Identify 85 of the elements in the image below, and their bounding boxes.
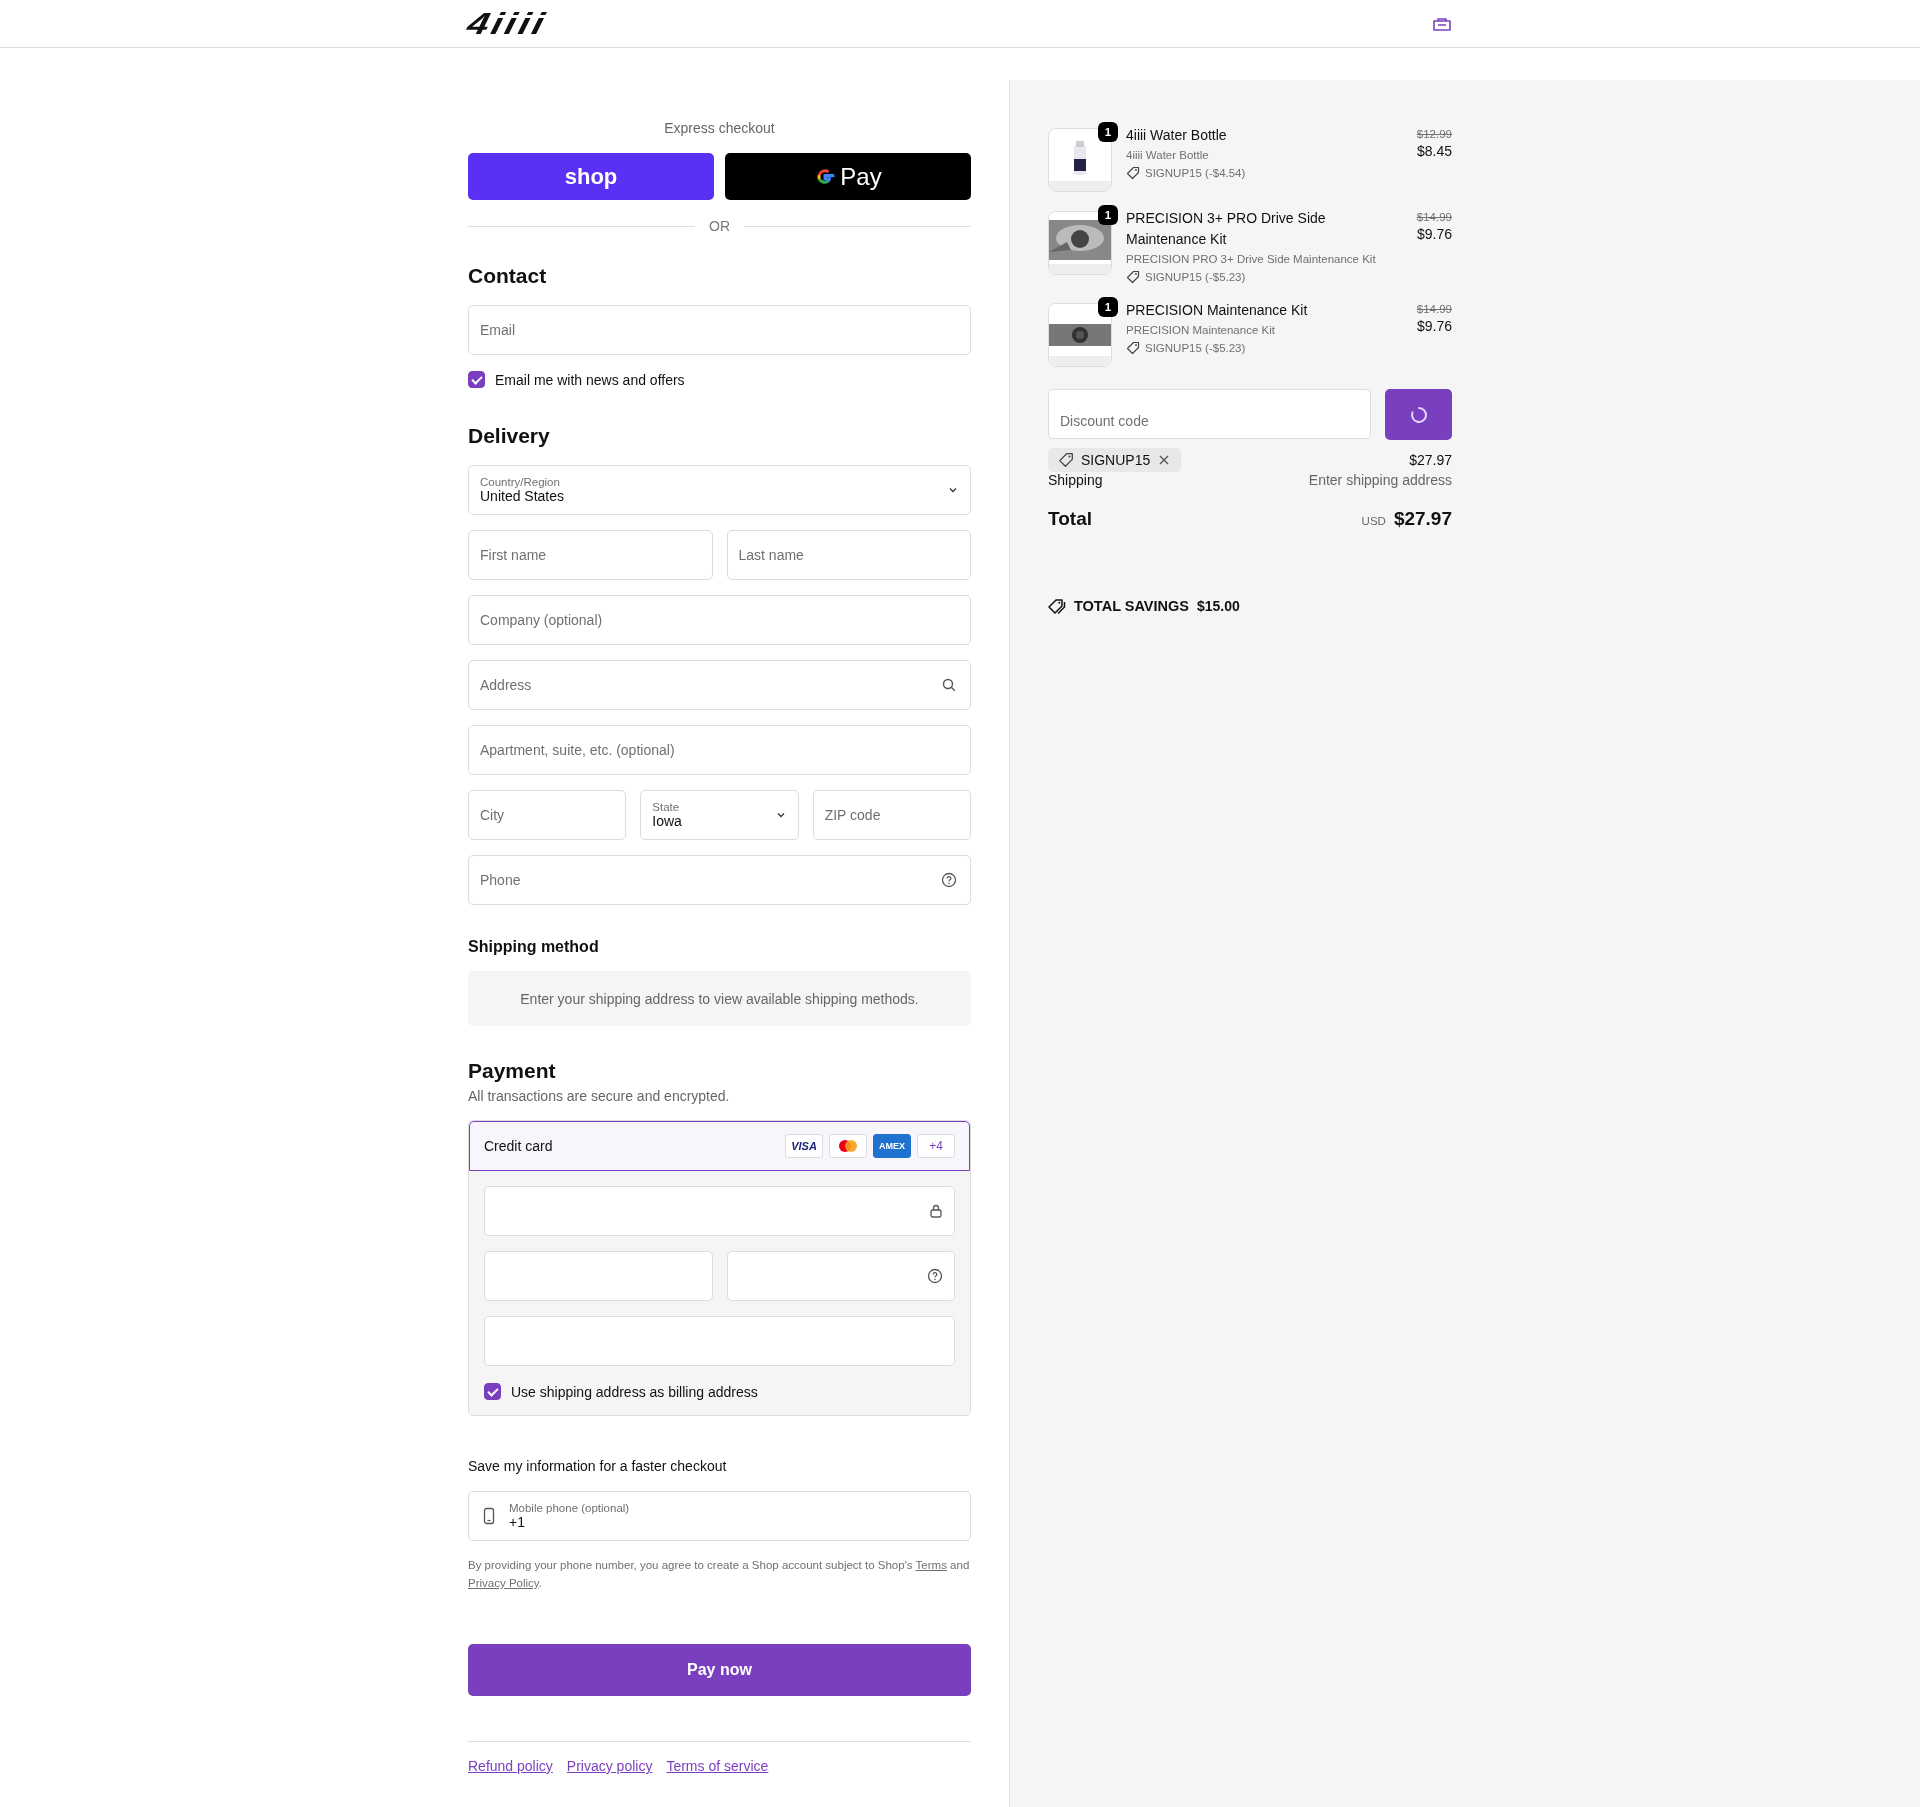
select-field[interactable]: State Iowa	[640, 790, 799, 840]
product-variant: PRECISION Maintenance Kit	[1126, 324, 1276, 336]
original-price: $14.99	[1416, 211, 1452, 223]
newsletter-checkbox[interactable]	[468, 371, 485, 388]
card-input-field[interactable]	[726, 1251, 955, 1301]
delivery-heading: Delivery	[468, 424, 551, 448]
discount-label: SIGNUP15 (-$4.54)	[1145, 167, 1246, 179]
product-name: PRECISION 3+ PRO Drive Side Maintenance Kit	[1126, 209, 1327, 249]
more-cards-badge: +4	[917, 1134, 955, 1158]
payment-subtitle: All transactions are secure and encrypted.	[468, 1088, 731, 1104]
lock-icon	[929, 1203, 943, 1219]
shipping-method-heading: Shipping method	[468, 938, 600, 956]
legal-link[interactable]: Privacy Policy	[468, 1577, 539, 1589]
product-price: $9.76	[1416, 318, 1452, 334]
total-label: Total	[1048, 508, 1092, 530]
phone-icon	[483, 1507, 495, 1525]
shipping-notice: Enter your shipping address to view available shipping methods.	[468, 971, 971, 1026]
footer-link[interactable]: Privacy policy	[566, 1758, 653, 1774]
input-field[interactable]: ZIP code	[812, 790, 971, 840]
input-field[interactable]: Company (optional)	[468, 595, 971, 645]
billing-checkbox[interactable]	[484, 1383, 501, 1400]
select-field[interactable]: Country/Region United States	[468, 465, 971, 515]
product-name: PRECISION Maintenance Kit	[1126, 301, 1309, 320]
search-icon	[941, 677, 957, 693]
tag-icon	[1126, 341, 1140, 355]
amex-logo: AMEX	[873, 1134, 911, 1158]
input-field[interactable]: Address	[468, 660, 971, 710]
tags-icon	[1048, 598, 1066, 614]
total-savings-value: $15.00	[1196, 598, 1240, 614]
card-input-field[interactable]	[484, 1251, 713, 1301]
subtotal-value: $27.97	[1409, 452, 1452, 468]
quantity-badge: 1	[1098, 297, 1118, 317]
credit-card-option[interactable]: Credit card VISA AMEX +4	[469, 1121, 970, 1171]
legal-text: By providing your phone number, you agree to create a Shop account subject to Shop's Terms and Privacy Policy.	[468, 1558, 971, 1591]
discount-label: SIGNUP15 (-$5.23)	[1145, 342, 1246, 354]
input-field[interactable]: Last name	[726, 530, 971, 580]
total-value: $27.97	[1393, 508, 1452, 530]
input-field[interactable]: City	[468, 790, 627, 840]
product-variant: PRECISION PRO 3+ Drive Side Maintenance Kit	[1126, 253, 1377, 265]
pay-now-button[interactable]: Pay now	[468, 1644, 971, 1696]
product-price: $9.76	[1416, 226, 1452, 242]
tag-icon	[1058, 452, 1074, 468]
tag-icon	[1126, 166, 1140, 180]
spinner-icon	[1408, 404, 1429, 425]
product-variant: 4iiii Water Bottle	[1126, 149, 1210, 161]
original-price: $14.99	[1416, 303, 1452, 315]
quantity-badge: 1	[1098, 122, 1118, 142]
billing-label: Use shipping address as billing address	[511, 1383, 758, 1400]
original-price: $12.99	[1416, 128, 1452, 140]
input-field[interactable]: Apartment, suite, etc. (optional)	[468, 725, 971, 775]
product-price: $8.45	[1416, 143, 1452, 159]
legal-link[interactable]: Terms	[915, 1559, 947, 1571]
visa-logo: VISA	[785, 1134, 823, 1158]
newsletter-label: Email me with news and offers	[495, 371, 685, 388]
contact-heading: Contact	[468, 264, 548, 288]
save-info-heading: Save my information for a faster checkout	[468, 1458, 728, 1474]
or-divider-label: OR	[709, 218, 730, 234]
mobile-phone-field[interactable]: Mobile phone (optional) +1	[468, 1491, 971, 1541]
total-savings-label: TOTAL SAVINGS	[1074, 598, 1189, 614]
shipping-value: Enter shipping address	[1308, 472, 1452, 488]
logo[interactable]: 4iiii	[464, 8, 551, 39]
discount-label: SIGNUP15 (-$5.23)	[1145, 271, 1246, 283]
currency-label: USD	[1361, 515, 1386, 527]
payment-heading: Payment	[468, 1059, 557, 1083]
bag-icon[interactable]	[1432, 15, 1452, 32]
input-field[interactable]: Phone	[468, 855, 971, 905]
google-pay-button[interactable]: Pay	[725, 153, 971, 200]
email-field[interactable]: Email	[468, 305, 971, 355]
quantity-badge: 1	[1098, 205, 1118, 225]
card-input-field[interactable]	[484, 1186, 955, 1236]
discount-code-field[interactable]: Discount code	[1048, 389, 1371, 439]
apply-discount-button[interactable]	[1385, 389, 1452, 440]
product-name: 4iiii Water Bottle	[1126, 126, 1228, 145]
help-icon[interactable]	[927, 1268, 943, 1284]
footer-link[interactable]: Terms of service	[666, 1758, 769, 1774]
input-field[interactable]: First name	[468, 530, 713, 580]
mastercard-icon	[829, 1134, 867, 1158]
shop-pay-button[interactable]: shop	[468, 153, 714, 200]
tag-icon	[1126, 270, 1140, 284]
help-icon[interactable]	[941, 872, 957, 888]
shipping-label: Shipping	[1048, 472, 1103, 488]
discount-code: SIGNUP15	[1081, 452, 1151, 468]
card-input-field[interactable]	[484, 1316, 955, 1366]
footer-link[interactable]: Refund policy	[468, 1758, 553, 1774]
express-checkout-title: Express checkout	[663, 120, 776, 136]
